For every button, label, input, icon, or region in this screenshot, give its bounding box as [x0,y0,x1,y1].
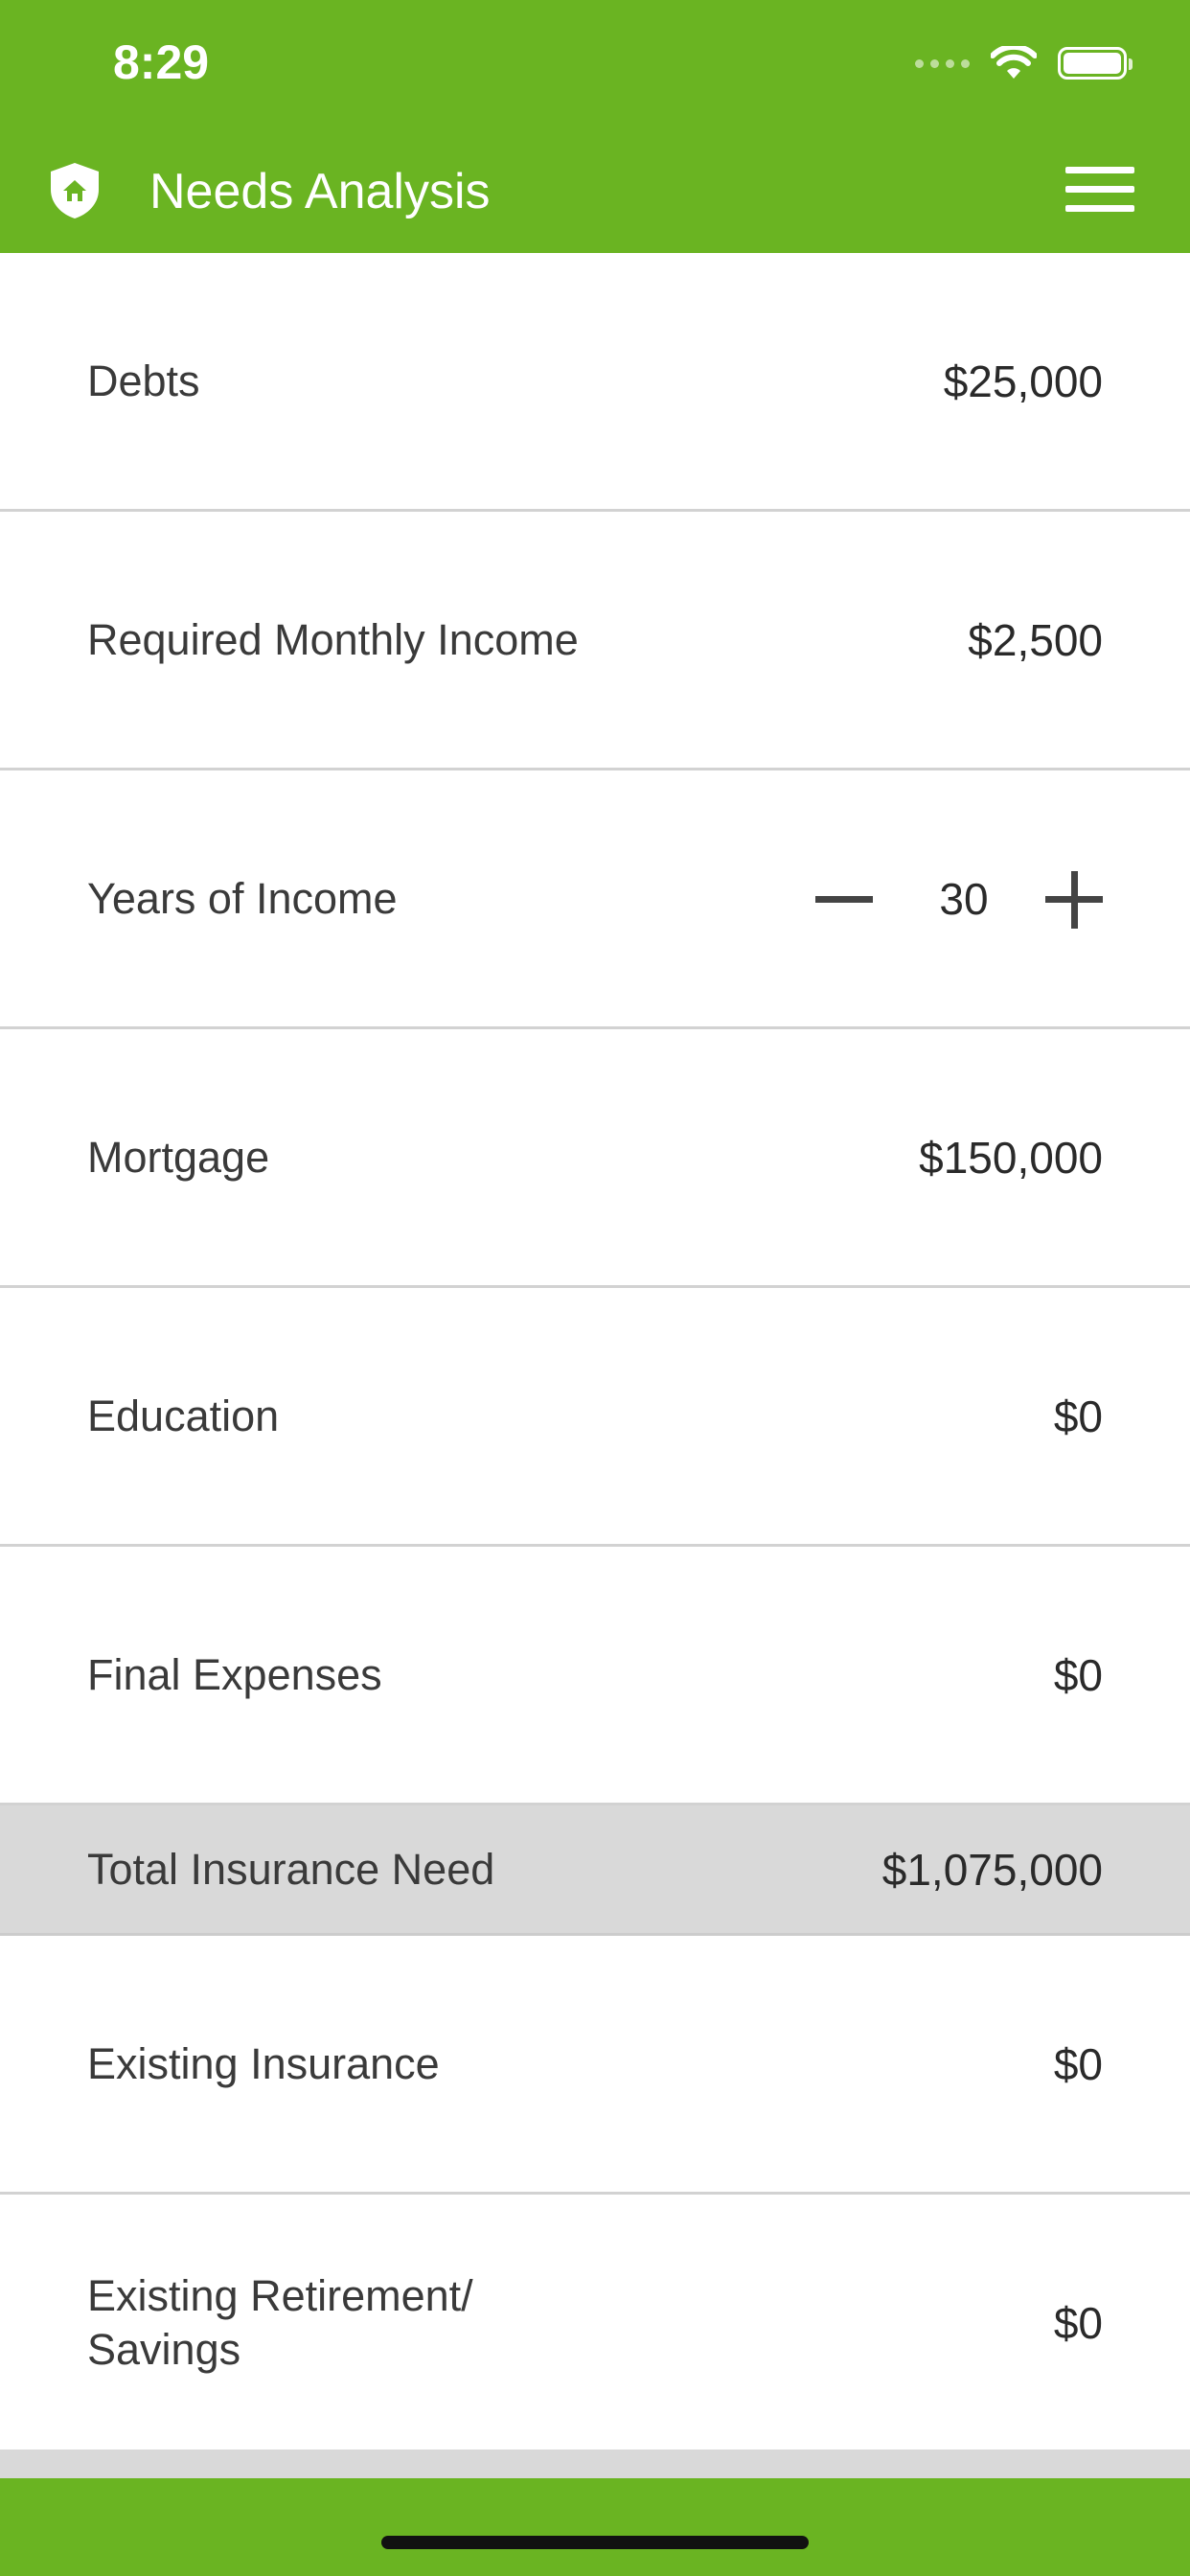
app-screen: 8:29 Needs Analysis Debts $25,000 Requir… [0,0,1190,2576]
app-header: 8:29 Needs Analysis [0,0,1190,253]
row-required-monthly-income[interactable]: Required Monthly Income $2,500 [0,512,1190,770]
row-value[interactable]: $25,000 [944,356,1103,407]
cellular-signal-icon [915,58,970,68]
row-value[interactable]: $0 [1054,2038,1103,2090]
hamburger-menu-icon[interactable] [1065,167,1134,213]
increment-button[interactable] [1045,865,1103,932]
row-label: Mortgage [87,1132,270,1182]
total-value: $1,075,000 [881,1844,1103,1895]
home-indicator[interactable] [381,2536,809,2549]
row-label: Existing Retirement/ Savings [87,2270,473,2374]
analysis-list: Debts $25,000 Required Monthly Income $2… [0,253,1190,2453]
stepper-value: 30 [939,873,989,924]
row-years-of-income: Years of Income 30 [0,770,1190,1029]
row-mortgage[interactable]: Mortgage $150,000 [0,1029,1190,1288]
bottom-bar [0,2478,1190,2576]
row-education[interactable]: Education $0 [0,1288,1190,1547]
row-existing-retirement-savings[interactable]: Existing Retirement/ Savings $0 [0,2195,1190,2453]
row-label: Final Expenses [87,1649,382,1699]
row-label: Required Monthly Income [87,614,579,664]
status-icons [915,44,1133,82]
row-final-expenses[interactable]: Final Expenses $0 [0,1547,1190,1806]
row-value[interactable]: $2,500 [968,614,1103,666]
row-value[interactable]: $0 [1054,2297,1103,2349]
row-label: Education [87,1391,280,1440]
wifi-icon [991,46,1037,79]
row-existing-insurance[interactable]: Existing Insurance $0 [0,1936,1190,2195]
row-label: Years of Income [87,873,398,923]
status-time: 8:29 [113,35,210,89]
row-value[interactable]: $150,000 [919,1132,1103,1184]
row-label: Debts [87,356,200,405]
battery-icon [1058,47,1133,80]
row-debts[interactable]: Debts $25,000 [0,253,1190,512]
page-title: Needs Analysis [149,164,491,219]
row-value[interactable]: $0 [1054,1649,1103,1701]
row-value[interactable]: $0 [1054,1391,1103,1442]
row-label: Existing Insurance [87,2038,440,2088]
decrement-button[interactable] [815,865,873,932]
years-stepper: 30 [815,865,1103,932]
bottom-total-strip [0,2450,1190,2478]
row-label: Total Insurance Need [87,1844,495,1894]
shield-house-icon [51,163,99,218]
row-total-insurance-need: Total Insurance Need $1,075,000 [0,1806,1190,1936]
